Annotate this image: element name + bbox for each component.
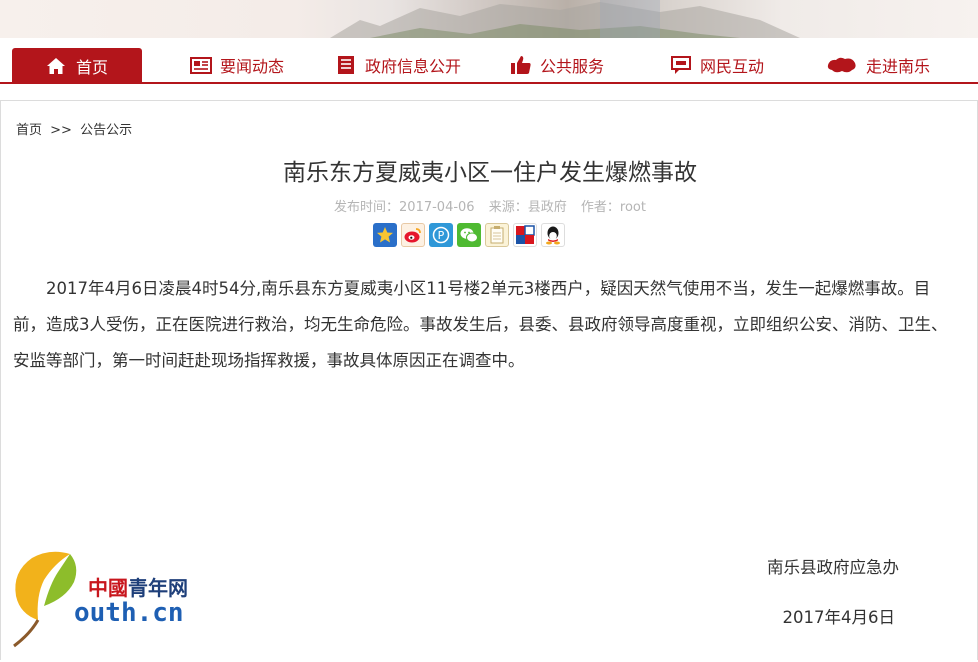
article-author: 作者：root <box>580 200 646 215</box>
pinterest-icon[interactable]: P <box>429 223 453 247</box>
nav-item-label: 走进南乐 <box>866 57 931 76</box>
weibo-icon[interactable] <box>401 223 425 247</box>
watermark-brand-cn: 中國青年网 <box>88 576 188 600</box>
breadcrumb: 首页 >> 公告公示 <box>16 119 132 138</box>
map-icon <box>827 57 856 73</box>
publish-time: 发布时间：2017-04-06 <box>334 200 475 215</box>
nav-item-label: 要闻动态 <box>220 57 285 76</box>
nav-item-label: 公共服务 <box>540 57 605 76</box>
breadcrumb-current-link[interactable]: 公告公示 <box>80 123 132 138</box>
top-banner <box>0 0 978 38</box>
nav-home-label: 首页 <box>75 58 108 77</box>
favorite-star-icon[interactable] <box>373 223 397 247</box>
nav-item-public-service[interactable]: 公共服务 <box>510 48 604 82</box>
renren-icon[interactable] <box>513 223 537 247</box>
article-meta: 发布时间：2017-04-06 来源：县政府 作者：root <box>1 196 978 215</box>
thumbs-up-icon <box>511 56 531 74</box>
newspaper-icon <box>190 57 212 74</box>
wechat-icon[interactable] <box>457 223 481 247</box>
chat-icon <box>671 56 691 74</box>
nav-item-about[interactable]: 走进南乐 <box>826 48 930 82</box>
youth-cn-watermark: 中國青年网 outh.cn <box>8 548 208 658</box>
nav-item-label: 网民互动 <box>700 57 765 76</box>
document-icon <box>338 56 354 74</box>
home-icon <box>46 58 65 74</box>
nav-item-interaction[interactable]: 网民互动 <box>670 48 764 82</box>
article-source: 来源：县政府 <box>488 200 567 215</box>
nav-item-news[interactable]: 要闻动态 <box>190 48 284 82</box>
qq-icon[interactable] <box>541 223 565 247</box>
watermark-brand-en: outh.cn <box>74 598 184 628</box>
article-title: 南乐东方夏威夷小区一住户发生爆燃事故 <box>283 160 697 186</box>
nav-home-tab[interactable]: 首页 <box>12 48 142 84</box>
share-toolbar: P <box>373 223 565 247</box>
nav-item-label: 政府信息公开 <box>365 57 462 76</box>
main-nav: 首页 要闻动态 政府信息公开 公共服务 网民互动 走进南乐 <box>0 38 978 84</box>
article-signature: 南乐县政府应急办 <box>767 558 899 577</box>
notepad-icon[interactable] <box>485 223 509 247</box>
breadcrumb-home-link[interactable]: 首页 <box>16 123 42 138</box>
breadcrumb-separator: >> <box>50 123 72 138</box>
article-date: 2017年4月6日 <box>782 608 896 627</box>
article-body: 2017年4月6日凌晨4时54分,南乐县东方夏威夷小区11号楼2单元3楼西户，疑… <box>13 279 948 370</box>
svg-text:P: P <box>438 229 445 242</box>
nav-item-gov-info[interactable]: 政府信息公开 <box>335 48 461 82</box>
